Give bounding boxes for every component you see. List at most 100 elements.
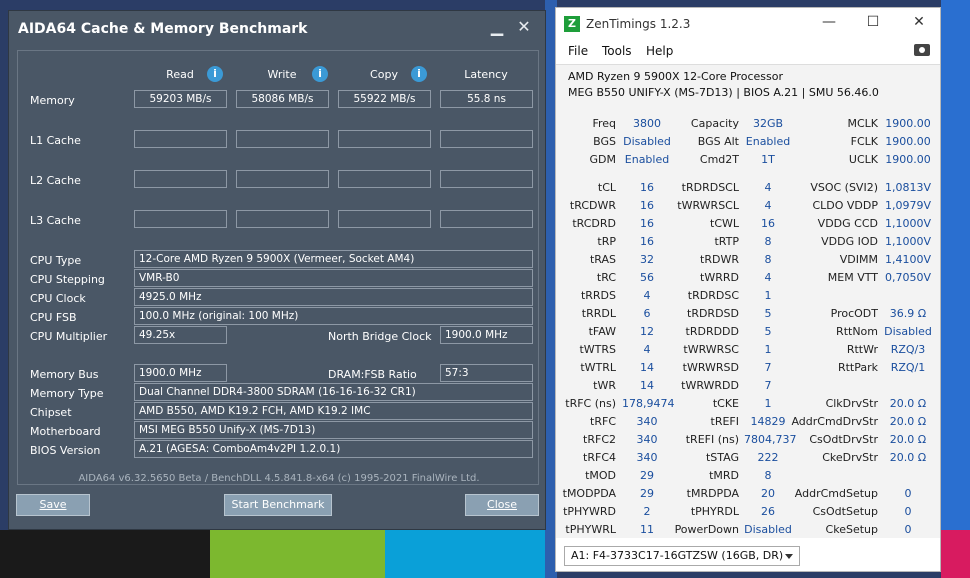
timing-value: 1900.00 [885,153,931,166]
timing-label: AddrCmdDrvStr [791,415,878,428]
timing-label: tPHYWRD [563,505,616,518]
timing-label: tMODPDA [562,487,616,500]
timing-label: VDDG IOD [821,235,878,248]
close-icon[interactable]: ✕ [512,15,536,39]
timing-value: 7804,737 [744,433,797,446]
timing-value: 1 [764,289,772,302]
timing-value: 1,0813V [884,181,931,194]
timing-value: 26 [761,505,775,518]
timing-value: 12 [640,325,654,338]
timing-value: 36.9 Ω [889,307,927,320]
timing-value: 340 [636,415,658,428]
memory-read-value: 59203 MB/s [134,90,227,108]
screenshot-camera-icon[interactable] [914,44,930,56]
cpu-clock-label: CPU Clock [30,292,86,305]
l3-write-value [236,210,329,228]
memory-latency-value: 55.8 ns [440,90,533,108]
start-benchmark-button[interactable]: Start Benchmark [224,494,332,516]
timing-value: 1,1000V [884,217,931,230]
close-icon[interactable]: ✕ [908,14,930,30]
timing-label: tWRWRSC [683,343,739,356]
memory-bus-label: Memory Bus [30,368,99,381]
cpu-fsb-value: 100.0 MHz (original: 100 MHz) [134,307,533,325]
timing-value: 14 [640,361,654,374]
timing-value: 16 [640,235,654,248]
timing-value: Disabled [623,135,671,148]
timing-value: 0,7050V [884,271,931,284]
timing-label: tRCDRD [572,217,616,230]
timing-label: CkeSetup [825,523,878,536]
timing-value: 0 [904,505,912,518]
timing-label: tRAS [589,253,616,266]
maximize-icon[interactable]: ☐ [862,14,884,30]
timing-label: tRDRDDD [685,325,739,338]
timing-label: tRDRDSD [687,307,739,320]
timing-label: tRDWR [700,253,739,266]
bios-version-label: BIOS Version [30,444,101,457]
timing-label: tWRRD [700,271,739,284]
save-button[interactable]: Save [16,494,90,516]
info-icon[interactable]: i [411,66,427,82]
l3-read-value [134,210,227,228]
timing-label: RttNom [836,325,878,338]
desktop-tile [941,0,970,578]
timing-value: 32GB [752,117,784,130]
timing-label: tRTP [714,235,739,248]
timing-label: PowerDown [674,523,739,536]
l2-write-value [236,170,329,188]
zen-title: ZenTimings 1.2.3 [586,17,691,31]
zen-titlebar: Z ZenTimings 1.2.3 — ☐ ✕ [556,8,940,39]
l3-latency-value [440,210,533,228]
timing-value: 222 [757,451,779,464]
timing-label: CkeDrvStr [822,451,878,464]
menu-help[interactable]: Help [646,44,673,58]
timing-label: Cmd2T [699,153,739,166]
memory-type-label: Memory Type [30,387,104,400]
close-button[interactable]: Close [465,494,539,516]
timing-value: 4 [643,289,651,302]
timing-value: 14829 [750,415,786,428]
timing-value: 4 [643,343,651,356]
dram-fsb-label: DRAM:FSB Ratio [328,368,417,381]
timing-label: tRFC [590,415,616,428]
minimize-icon[interactable]: ▁ [485,15,509,39]
timing-label: tMRD [709,469,739,482]
timing-value: 14 [640,379,654,392]
timing-label: tRCDWR [569,199,616,212]
memory-module-select[interactable]: A1: F4-3733C17-16GTZSW (16GB, DR) [564,546,800,566]
menu-tools[interactable]: Tools [602,44,632,58]
info-icon[interactable]: i [312,66,328,82]
timing-value: Disabled [884,325,932,338]
memory-write-value: 58086 MB/s [236,90,329,108]
timing-label: tPHYRDL [690,505,739,518]
timing-label: tMOD [585,469,616,482]
timing-value: 16 [640,181,654,194]
timing-value: 4 [764,271,772,284]
cpu-clock-value: 4925.0 MHz [134,288,533,306]
timing-label: tRFC2 [583,433,616,446]
timing-value: 56 [640,271,654,284]
timing-value: 178,9474 [622,397,675,410]
cpu-name: AMD Ryzen 9 5900X 12-Core Processor [568,70,783,83]
timing-label: tREFI [710,415,739,428]
timing-label: VSOC (SVI2) [810,181,878,194]
memory-bus-value: 1900.0 MHz [134,364,227,382]
timing-label: tMRDPDA [686,487,739,500]
timing-value: Enabled [624,153,670,166]
timing-label: tWRWRSD [682,361,739,374]
timing-label: Freq [592,117,616,130]
timing-label: Capacity [690,117,739,130]
minimize-icon[interactable]: — [818,14,840,30]
timing-value: 0 [904,487,912,500]
timing-label: BGS [593,135,616,148]
menu-file[interactable]: File [568,44,588,58]
timing-value: 6 [643,307,651,320]
timing-label: MEM VTT [827,271,878,284]
timing-label: tRRDS [580,289,616,302]
dram-fsb-value: 57:3 [440,364,533,382]
timing-label: tRFC4 [583,451,616,464]
info-icon[interactable]: i [207,66,223,82]
timing-value: 11 [640,523,654,536]
timing-value: 7 [764,361,772,374]
l2-latency-value [440,170,533,188]
